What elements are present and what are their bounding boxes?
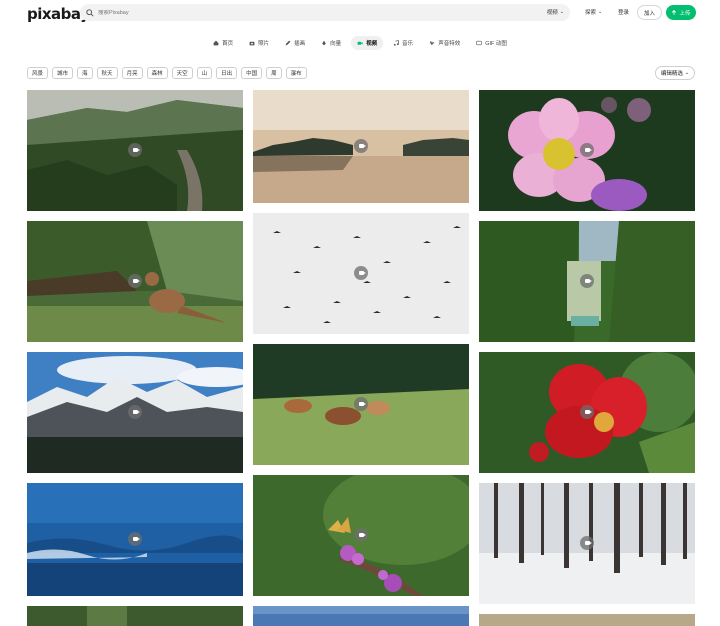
video-play-icon — [580, 405, 594, 419]
thumbnail-image — [27, 606, 243, 626]
explore-label: 探索 — [585, 10, 597, 16]
music-icon — [394, 40, 399, 46]
join-button[interactable]: 加入 — [637, 5, 662, 20]
tab-label: 插画 — [294, 41, 306, 47]
video-thumbnail-partial[interactable] — [253, 606, 469, 626]
tag-chip[interactable]: 天空 — [171, 67, 193, 79]
video-play-icon — [354, 397, 368, 411]
tag-chip[interactable]: 山 — [196, 67, 213, 79]
search-input[interactable] — [98, 9, 518, 16]
top-bar: pixabay 视频 ⌄ 探索 ⌄ 登录 加入 上传 — [0, 0, 720, 26]
tab-label: 向量 — [330, 41, 342, 47]
tab-label: 声音特效 — [438, 41, 461, 47]
waveform-icon — [429, 41, 435, 46]
search-icon — [86, 8, 94, 17]
thumbnail-image — [253, 606, 469, 626]
tab-vectors[interactable]: 向量 — [315, 36, 347, 50]
login-link[interactable]: 登录 — [618, 8, 629, 16]
tag-chip[interactable]: 秋天 — [96, 67, 118, 79]
video-play-icon — [354, 528, 368, 542]
video-thumbnail-butterfly-flower[interactable] — [253, 475, 469, 596]
video-thumbnail-partial[interactable] — [479, 614, 695, 626]
video-icon — [357, 41, 363, 45]
search-scope-dropdown[interactable]: 视频 ⌄ — [547, 8, 564, 16]
explore-menu[interactable]: 探索 ⌄ — [585, 8, 602, 16]
tab-sound-effects[interactable]: 声音特效 — [423, 36, 466, 50]
tag-chip[interactable]: 风景 — [27, 67, 49, 79]
video-thumbnail-birds-sky[interactable] — [253, 213, 469, 334]
tab-music[interactable]: 音乐 — [387, 36, 419, 50]
tab-videos[interactable]: 视频 — [351, 36, 384, 50]
video-thumbnail-sunrise-lake[interactable] — [253, 90, 469, 203]
related-tags: 风景 城市 海 秋天 月亮 森林 天空 山 日出 中国 周 瀑布 — [27, 67, 307, 79]
upload-label: 上传 — [679, 10, 691, 17]
tab-gifs[interactable]: GIF 动图 — [470, 36, 513, 50]
chevron-down-icon: ⌄ — [684, 70, 690, 76]
upload-icon — [672, 9, 677, 15]
chevron-down-icon: ⌄ — [559, 9, 564, 15]
home-icon — [213, 40, 219, 46]
video-thumbnail-kangaroo[interactable] — [27, 221, 243, 342]
sort-dropdown[interactable]: 编辑精选 ⌄ — [655, 66, 695, 80]
video-play-icon — [354, 139, 368, 153]
login-label: 登录 — [618, 10, 630, 16]
video-thumbnail-ocean-waves[interactable] — [27, 483, 243, 596]
video-thumbnail-waterfall-jungle[interactable] — [479, 221, 695, 342]
search-scope-label: 视频 — [546, 10, 558, 16]
chevron-down-icon: ⌄ — [598, 9, 603, 15]
tab-label: 首页 — [222, 41, 234, 47]
join-label: 加入 — [643, 10, 655, 17]
tab-label: 音乐 — [402, 41, 414, 47]
camera-icon — [249, 41, 255, 46]
tag-chip[interactable]: 中国 — [241, 67, 263, 79]
video-thumbnail-red-flower[interactable] — [479, 352, 695, 473]
video-play-icon — [580, 274, 594, 288]
video-play-icon — [128, 274, 142, 288]
video-thumbnail-mountain-forest[interactable] — [27, 90, 243, 211]
video-play-icon — [580, 536, 594, 550]
tag-chip[interactable]: 海 — [77, 67, 93, 79]
tab-label: GIF 动图 — [485, 41, 507, 47]
video-thumbnail-cows-meadow[interactable] — [253, 344, 469, 465]
video-play-icon — [128, 532, 142, 546]
video-play-icon — [580, 143, 594, 157]
upload-button[interactable]: 上传 — [666, 5, 696, 20]
tag-chip[interactable]: 月亮 — [121, 67, 143, 79]
thumbnail-image — [479, 614, 695, 626]
gif-icon — [476, 40, 482, 46]
video-play-icon — [128, 143, 142, 157]
pencil-icon — [285, 40, 291, 46]
sort-label: 编辑精选 — [660, 71, 683, 77]
video-thumbnail-partial[interactable] — [27, 606, 243, 626]
tag-chip[interactable]: 日出 — [216, 67, 238, 79]
tag-chip[interactable]: 森林 — [146, 67, 168, 79]
video-thumbnail-snowy-forest[interactable] — [479, 483, 695, 604]
tag-chip[interactable]: 城市 — [52, 67, 74, 79]
tab-illustrations[interactable]: 插画 — [279, 36, 311, 50]
video-play-icon — [128, 405, 142, 419]
search-bar[interactable]: 视频 ⌄ — [80, 4, 570, 21]
page: pixabay 视频 ⌄ 探索 ⌄ 登录 加入 上传 首页 — [0, 0, 720, 626]
tab-label: 视频 — [366, 41, 378, 47]
tag-chip[interactable]: 周 — [266, 67, 282, 79]
media-type-tabs: 首页 照片 插画 向量 视频 音乐 声音特效 GIF 动图 — [0, 34, 720, 52]
video-play-icon — [354, 266, 368, 280]
tag-chip[interactable]: 瀑布 — [285, 67, 307, 79]
video-thumbnail-pink-flower[interactable] — [479, 90, 695, 211]
tab-photos[interactable]: 照片 — [243, 36, 275, 50]
tab-label: 照片 — [258, 41, 270, 47]
pen-nib-icon — [322, 40, 326, 46]
video-thumbnail-snowy-mountains[interactable] — [27, 352, 243, 473]
tab-home[interactable]: 首页 — [207, 36, 239, 50]
